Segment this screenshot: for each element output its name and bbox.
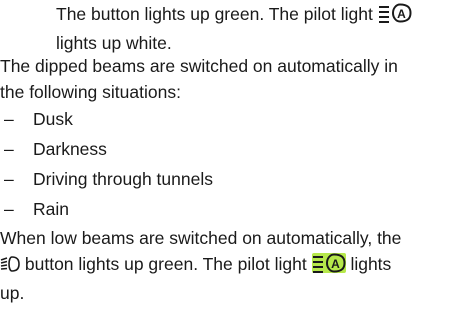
list-item: – Darkness (0, 134, 213, 164)
list-item-label: Rain (33, 199, 69, 219)
auto-headlight-pilot-icon: A (311, 253, 346, 280)
list-dash: – (4, 169, 14, 189)
svg-text:A: A (331, 257, 340, 271)
list-dash: – (4, 199, 14, 219)
low-beams-line2-end: lights (350, 254, 392, 274)
low-beams-line1: When low beams are switched on automatic… (0, 228, 402, 248)
list-item-label: Dusk (33, 109, 73, 129)
intro-line1: The dipped beams are switched on automat… (0, 56, 398, 76)
top-note-line1: The button lights up green. The pilot li… (56, 4, 373, 24)
low-beams-paragraph: When low beams are switched on automatic… (0, 225, 401, 306)
list-item: – Rain (0, 194, 213, 224)
intro-line2: the following situations: (0, 82, 181, 102)
list-item-label: Driving through tunnels (33, 169, 213, 189)
list-dash: – (4, 139, 14, 159)
low-beams-line3: up. (0, 283, 25, 303)
top-note: The button lights up green. The pilot li… (0, 1, 412, 56)
list-item: – Dusk (0, 104, 213, 134)
list-item-label: Darkness (33, 139, 107, 159)
svg-text:A: A (397, 7, 406, 21)
list-dash: – (4, 109, 14, 129)
auto-headlight-pilot-icon: A (378, 3, 412, 30)
low-beams-line2-text: button lights up green. The pilot light (24, 254, 307, 274)
intro-paragraph: The dipped beams are switched on automat… (0, 53, 398, 105)
low-beam-icon (0, 254, 20, 280)
situations-list: – Dusk – Darkness – Driving through tunn… (0, 104, 213, 224)
list-item: – Driving through tunnels (0, 164, 213, 194)
